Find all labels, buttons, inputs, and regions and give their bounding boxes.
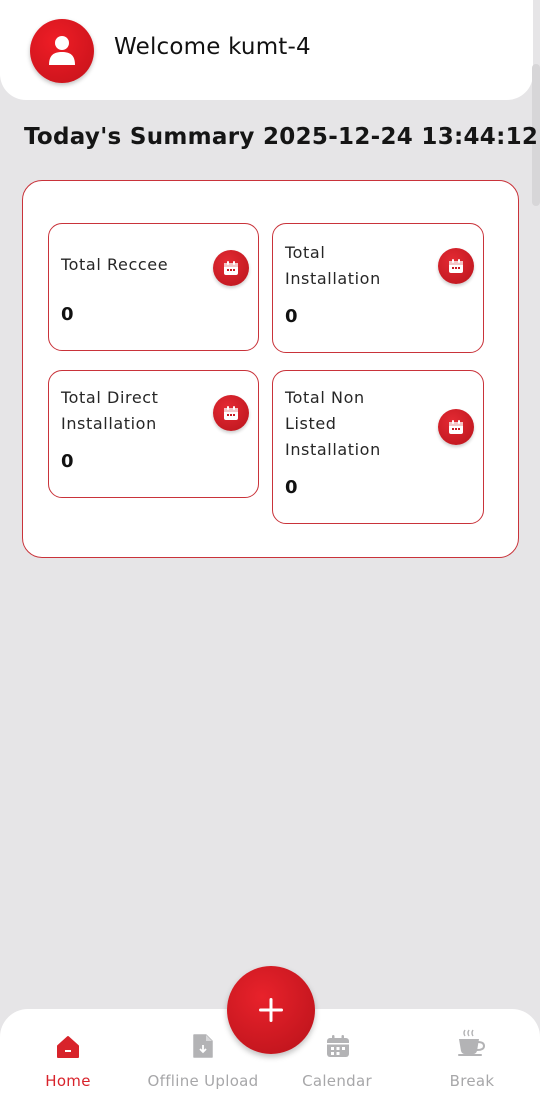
stat-value: 0 [61,304,74,325]
calendar-icon [327,1035,349,1057]
summary-title: Today's Summary 2025-12-24 13:44:12 [24,124,539,150]
nav-label-offline-upload: Offline Upload [147,1072,259,1090]
stat-card-total-direct-installation[interactable]: Total Direct Installation 0 [48,370,259,498]
stat-value: 0 [285,306,298,327]
calendar-icon [224,406,238,420]
stat-calendar-button[interactable] [213,250,249,286]
welcome-text: Welcome kumt-4 [114,34,311,60]
stat-value: 0 [285,477,298,498]
stat-card-total-installation[interactable]: Total Installation 0 [272,223,484,353]
summary-card: Total Reccee 0 Total Installation 0 Tota… [22,180,519,558]
nav-label-calendar: Calendar [302,1072,372,1090]
calendar-icon [449,420,463,434]
plus-icon [259,998,283,1022]
app-screen: Welcome kumt-4 Today's Summary 2025-12-2… [0,0,540,1109]
stat-label: Total Non Listed Installation [285,388,381,459]
add-button[interactable] [227,966,315,1054]
avatar[interactable] [30,19,94,83]
home-icon [57,1036,79,1058]
file-upload-icon [193,1034,213,1058]
coffee-cup-icon [458,1029,486,1056]
stat-card-total-reccee[interactable]: Total Reccee 0 [48,223,259,351]
stat-label: Total Installation [285,243,381,288]
stat-card-total-non-listed-installation[interactable]: Total Non Listed Installation 0 [272,370,484,524]
calendar-icon [224,261,238,275]
app-header: Welcome kumt-4 [0,0,533,100]
nav-label-break: Break [449,1072,495,1090]
nav-label-home: Home [45,1072,91,1090]
stat-label: Total Reccee [61,255,169,274]
user-icon [49,36,75,65]
stat-value: 0 [61,451,74,472]
stat-label: Total Direct Installation [61,388,159,433]
stat-calendar-button[interactable] [213,395,249,431]
stat-calendar-button[interactable] [438,248,474,284]
nav-item-break[interactable]: Break [432,1009,512,1109]
nav-item-home[interactable]: Home [18,1009,118,1109]
stat-calendar-button[interactable] [438,409,474,445]
calendar-icon [449,259,463,273]
